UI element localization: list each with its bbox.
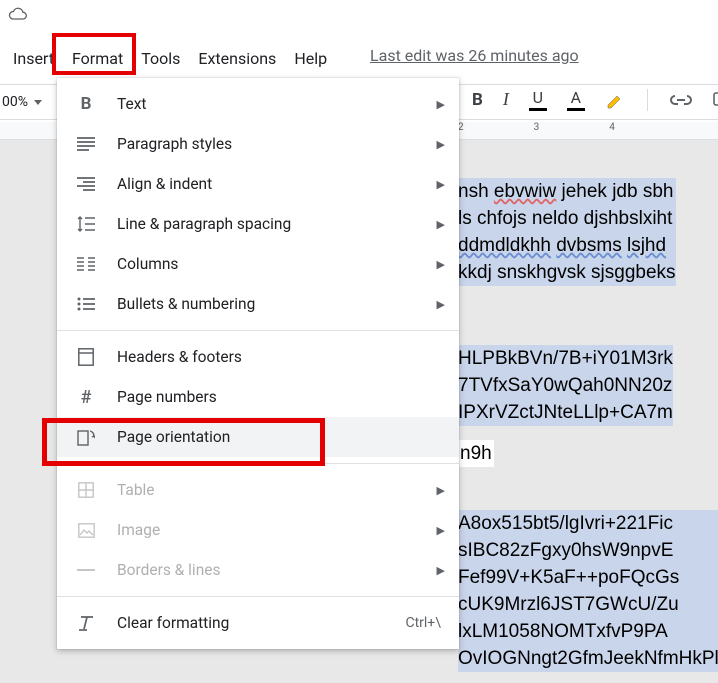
submenu-arrow-icon: ▶ — [437, 258, 445, 271]
cloud-save-icon — [8, 6, 28, 22]
ruler-numbers: 234 — [458, 122, 615, 133]
page-orientation-icon — [75, 426, 97, 448]
menu-insert[interactable]: Insert — [4, 43, 63, 74]
format-dropdown: B Text ▶ Paragraph styles ▶ Align & inde… — [57, 78, 459, 649]
doc-text-block-2b: n9h — [458, 440, 494, 467]
menu-format[interactable]: Format — [63, 43, 132, 74]
text-color-button[interactable]: A — [567, 88, 585, 111]
dd-table: Table ▶ — [57, 470, 459, 510]
dd-align-indent[interactable]: Align & indent ▶ — [57, 164, 459, 204]
dd-text[interactable]: B Text ▶ — [57, 84, 459, 124]
columns-icon — [75, 253, 97, 275]
underline-button[interactable]: U — [529, 88, 547, 111]
menu-help[interactable]: Help — [285, 43, 336, 74]
dd-borders-lines: Borders & lines ▶ — [57, 550, 459, 590]
line-spacing-icon — [75, 213, 97, 235]
paragraph-icon — [75, 133, 97, 155]
submenu-arrow-icon: ▶ — [437, 218, 445, 231]
image-icon — [75, 519, 97, 541]
align-icon — [75, 173, 97, 195]
menubar: Insert Format Tools Extensions Help — [0, 44, 336, 72]
dd-page-numbers[interactable]: # Page numbers — [57, 377, 459, 417]
page-numbers-icon: # — [75, 386, 97, 408]
table-icon — [75, 479, 97, 501]
doc-text-block-2: HLPBkBVn/7B+iY01M3rk 7TVfxSaY0wQah0NN20z… — [458, 345, 673, 426]
dd-paragraph-styles[interactable]: Paragraph styles ▶ — [57, 124, 459, 164]
italic-button[interactable]: I — [503, 89, 509, 110]
menu-tools[interactable]: Tools — [132, 43, 189, 74]
submenu-arrow-icon: ▶ — [437, 98, 445, 111]
menu-extensions[interactable]: Extensions — [189, 43, 285, 74]
bold-icon: B — [75, 93, 97, 115]
submenu-arrow-icon: ▶ — [437, 178, 445, 191]
separator — [647, 89, 648, 111]
submenu-arrow-icon: ▶ — [437, 564, 445, 577]
chevron-down-icon — [34, 100, 42, 105]
dd-clear-formatting[interactable]: Clear formatting Ctrl+\ — [57, 603, 459, 643]
dd-line-spacing[interactable]: Line & paragraph spacing ▶ — [57, 204, 459, 244]
headers-footers-icon — [75, 346, 97, 368]
doc-text-block-3: A8ox515bt5/lgIvri+221Fic sIBC82zFgxy0hsW… — [458, 510, 718, 672]
separator — [57, 596, 459, 597]
zoom-value: 00% — [2, 94, 28, 110]
bullets-icon — [75, 293, 97, 315]
dd-headers-footers[interactable]: Headers & footers — [57, 337, 459, 377]
submenu-arrow-icon: ▶ — [437, 138, 445, 151]
bold-button[interactable]: B — [472, 90, 483, 110]
zoom-select[interactable]: 00% — [2, 94, 42, 110]
dd-bullets-numbering[interactable]: Bullets & numbering ▶ — [57, 284, 459, 324]
link-button[interactable] — [670, 94, 692, 106]
borders-icon — [75, 559, 97, 581]
dd-image: Image ▶ — [57, 510, 459, 550]
toolbar-format-group: B I U A — [472, 88, 718, 111]
separator — [57, 330, 459, 331]
submenu-arrow-icon: ▶ — [437, 298, 445, 311]
shortcut-label: Ctrl+\ — [405, 615, 441, 631]
clear-formatting-icon — [75, 612, 97, 634]
separator — [57, 463, 459, 464]
highlight-button[interactable] — [605, 90, 625, 110]
dd-page-orientation[interactable]: Page orientation — [57, 417, 459, 457]
dd-columns[interactable]: Columns ▶ — [57, 244, 459, 284]
comment-button[interactable] — [712, 90, 718, 110]
doc-text-block-1: nsh ebvwiw jehek jdb sbh ls chfojs neldo… — [458, 178, 676, 286]
last-edit-link[interactable]: Last edit was 26 minutes ago — [370, 46, 579, 65]
submenu-arrow-icon: ▶ — [437, 484, 445, 497]
submenu-arrow-icon: ▶ — [437, 524, 445, 537]
